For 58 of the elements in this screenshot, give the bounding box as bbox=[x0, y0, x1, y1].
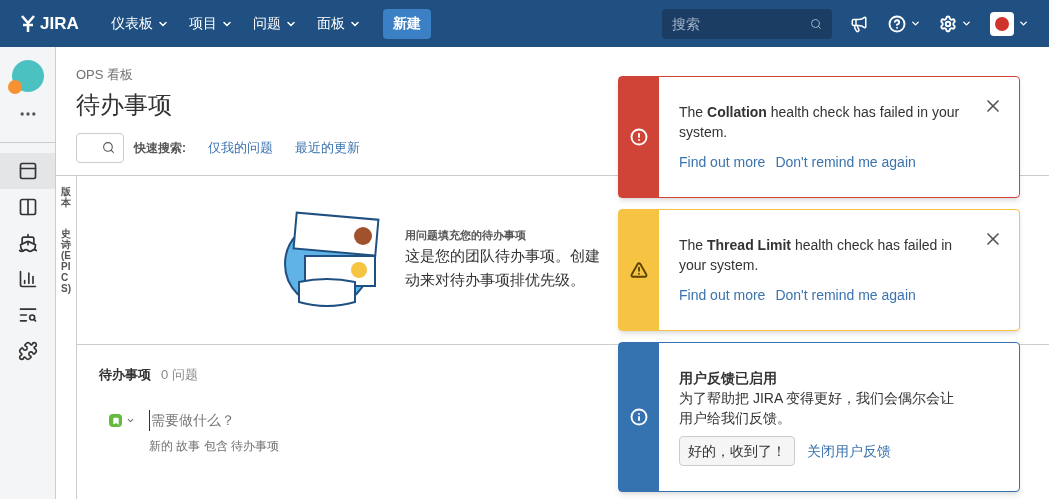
help-button[interactable] bbox=[888, 14, 921, 33]
warning-icon bbox=[630, 261, 648, 279]
new-issue-input[interactable]: 需要做什么？ bbox=[149, 410, 349, 431]
bar-chart-icon bbox=[17, 269, 38, 289]
search-field[interactable]: 搜索 bbox=[662, 8, 832, 39]
flag-message: The Thread Limit health check has failed in your system. bbox=[679, 236, 954, 275]
story-icon bbox=[109, 414, 122, 427]
puzzle-icon bbox=[17, 341, 38, 361]
flag-action-link[interactable]: Don't remind me again bbox=[775, 285, 916, 305]
empty-state-text: 动来对待办事项排优先级。 bbox=[405, 269, 586, 290]
flag-action-link[interactable]: Find out more bbox=[679, 152, 766, 172]
caret-icon bbox=[910, 18, 921, 29]
flag-message: The Collation health check has failed in your system. bbox=[679, 103, 961, 142]
quick-search-label: 快速搜索: bbox=[134, 139, 186, 157]
flag-action-link[interactable]: Find out more bbox=[679, 285, 766, 305]
caret-icon bbox=[126, 416, 135, 425]
vertical-tab[interactable]: 史诗(EPICS) bbox=[61, 227, 71, 294]
settings-icon bbox=[939, 14, 957, 33]
create-hint: 新的 故事 包含 待办事项 bbox=[149, 438, 279, 455]
issue-count: 0 问题 bbox=[161, 365, 198, 384]
search-icon bbox=[102, 141, 115, 154]
flag-message: 为了帮助把 JIRA 变得更好，我们会偶尔会让用户给我们反馈。 bbox=[679, 389, 956, 428]
user-avatar-button[interactable] bbox=[990, 11, 1029, 36]
info-icon bbox=[630, 408, 648, 426]
user-avatar-icon bbox=[990, 11, 1014, 36]
caret-icon bbox=[961, 18, 972, 29]
megaphone-icon bbox=[850, 14, 868, 33]
nav-menu[interactable]: 项目 bbox=[178, 13, 243, 34]
sidebar-item[interactable] bbox=[0, 153, 55, 189]
quick-search-field[interactable] bbox=[76, 132, 124, 163]
nav-menu[interactable]: 问题 bbox=[242, 13, 307, 34]
logo-icon bbox=[20, 14, 36, 33]
nav-menu[interactable]: 面板 bbox=[306, 13, 371, 34]
caret-icon bbox=[1018, 18, 1029, 29]
search-list-icon bbox=[17, 305, 38, 325]
acknowledge-button[interactable]: 好的，收到了！ bbox=[679, 436, 795, 466]
board-icon bbox=[17, 197, 38, 217]
empty-state-text: 这是您的团队待办事项。创建 bbox=[405, 245, 601, 266]
disable-feedback-link[interactable]: 关闭用户反馈 bbox=[807, 441, 891, 461]
quick-filter-link[interactable]: 仅我的问题 bbox=[208, 137, 273, 158]
error-icon bbox=[630, 128, 648, 146]
help-icon bbox=[888, 14, 906, 33]
flag-title: 用户反馈已启用 bbox=[679, 369, 778, 388]
empty-state-heading: 用问题填充您的待办事项 bbox=[405, 228, 527, 244]
page-title: 待办事项 bbox=[76, 89, 172, 120]
logo-text[interactable]: JIRA bbox=[40, 10, 79, 37]
ship-icon bbox=[17, 233, 38, 253]
search-icon bbox=[810, 17, 822, 30]
nav-menu[interactable]: 仪表板 bbox=[100, 13, 179, 34]
vertical-tab[interactable]: 版本 bbox=[61, 185, 71, 208]
quick-filter-link[interactable]: 最近的更新 bbox=[295, 137, 360, 158]
backlog-title: 待办事项 bbox=[99, 365, 151, 384]
flag-action-link[interactable]: Don't remind me again bbox=[775, 152, 916, 172]
settings-button[interactable] bbox=[939, 14, 972, 33]
create-button[interactable]: 新建 bbox=[382, 8, 431, 39]
announcement-button[interactable] bbox=[850, 14, 868, 33]
breadcrumb[interactable]: OPS 看板 bbox=[76, 65, 1049, 85]
backlog-icon bbox=[17, 161, 38, 181]
